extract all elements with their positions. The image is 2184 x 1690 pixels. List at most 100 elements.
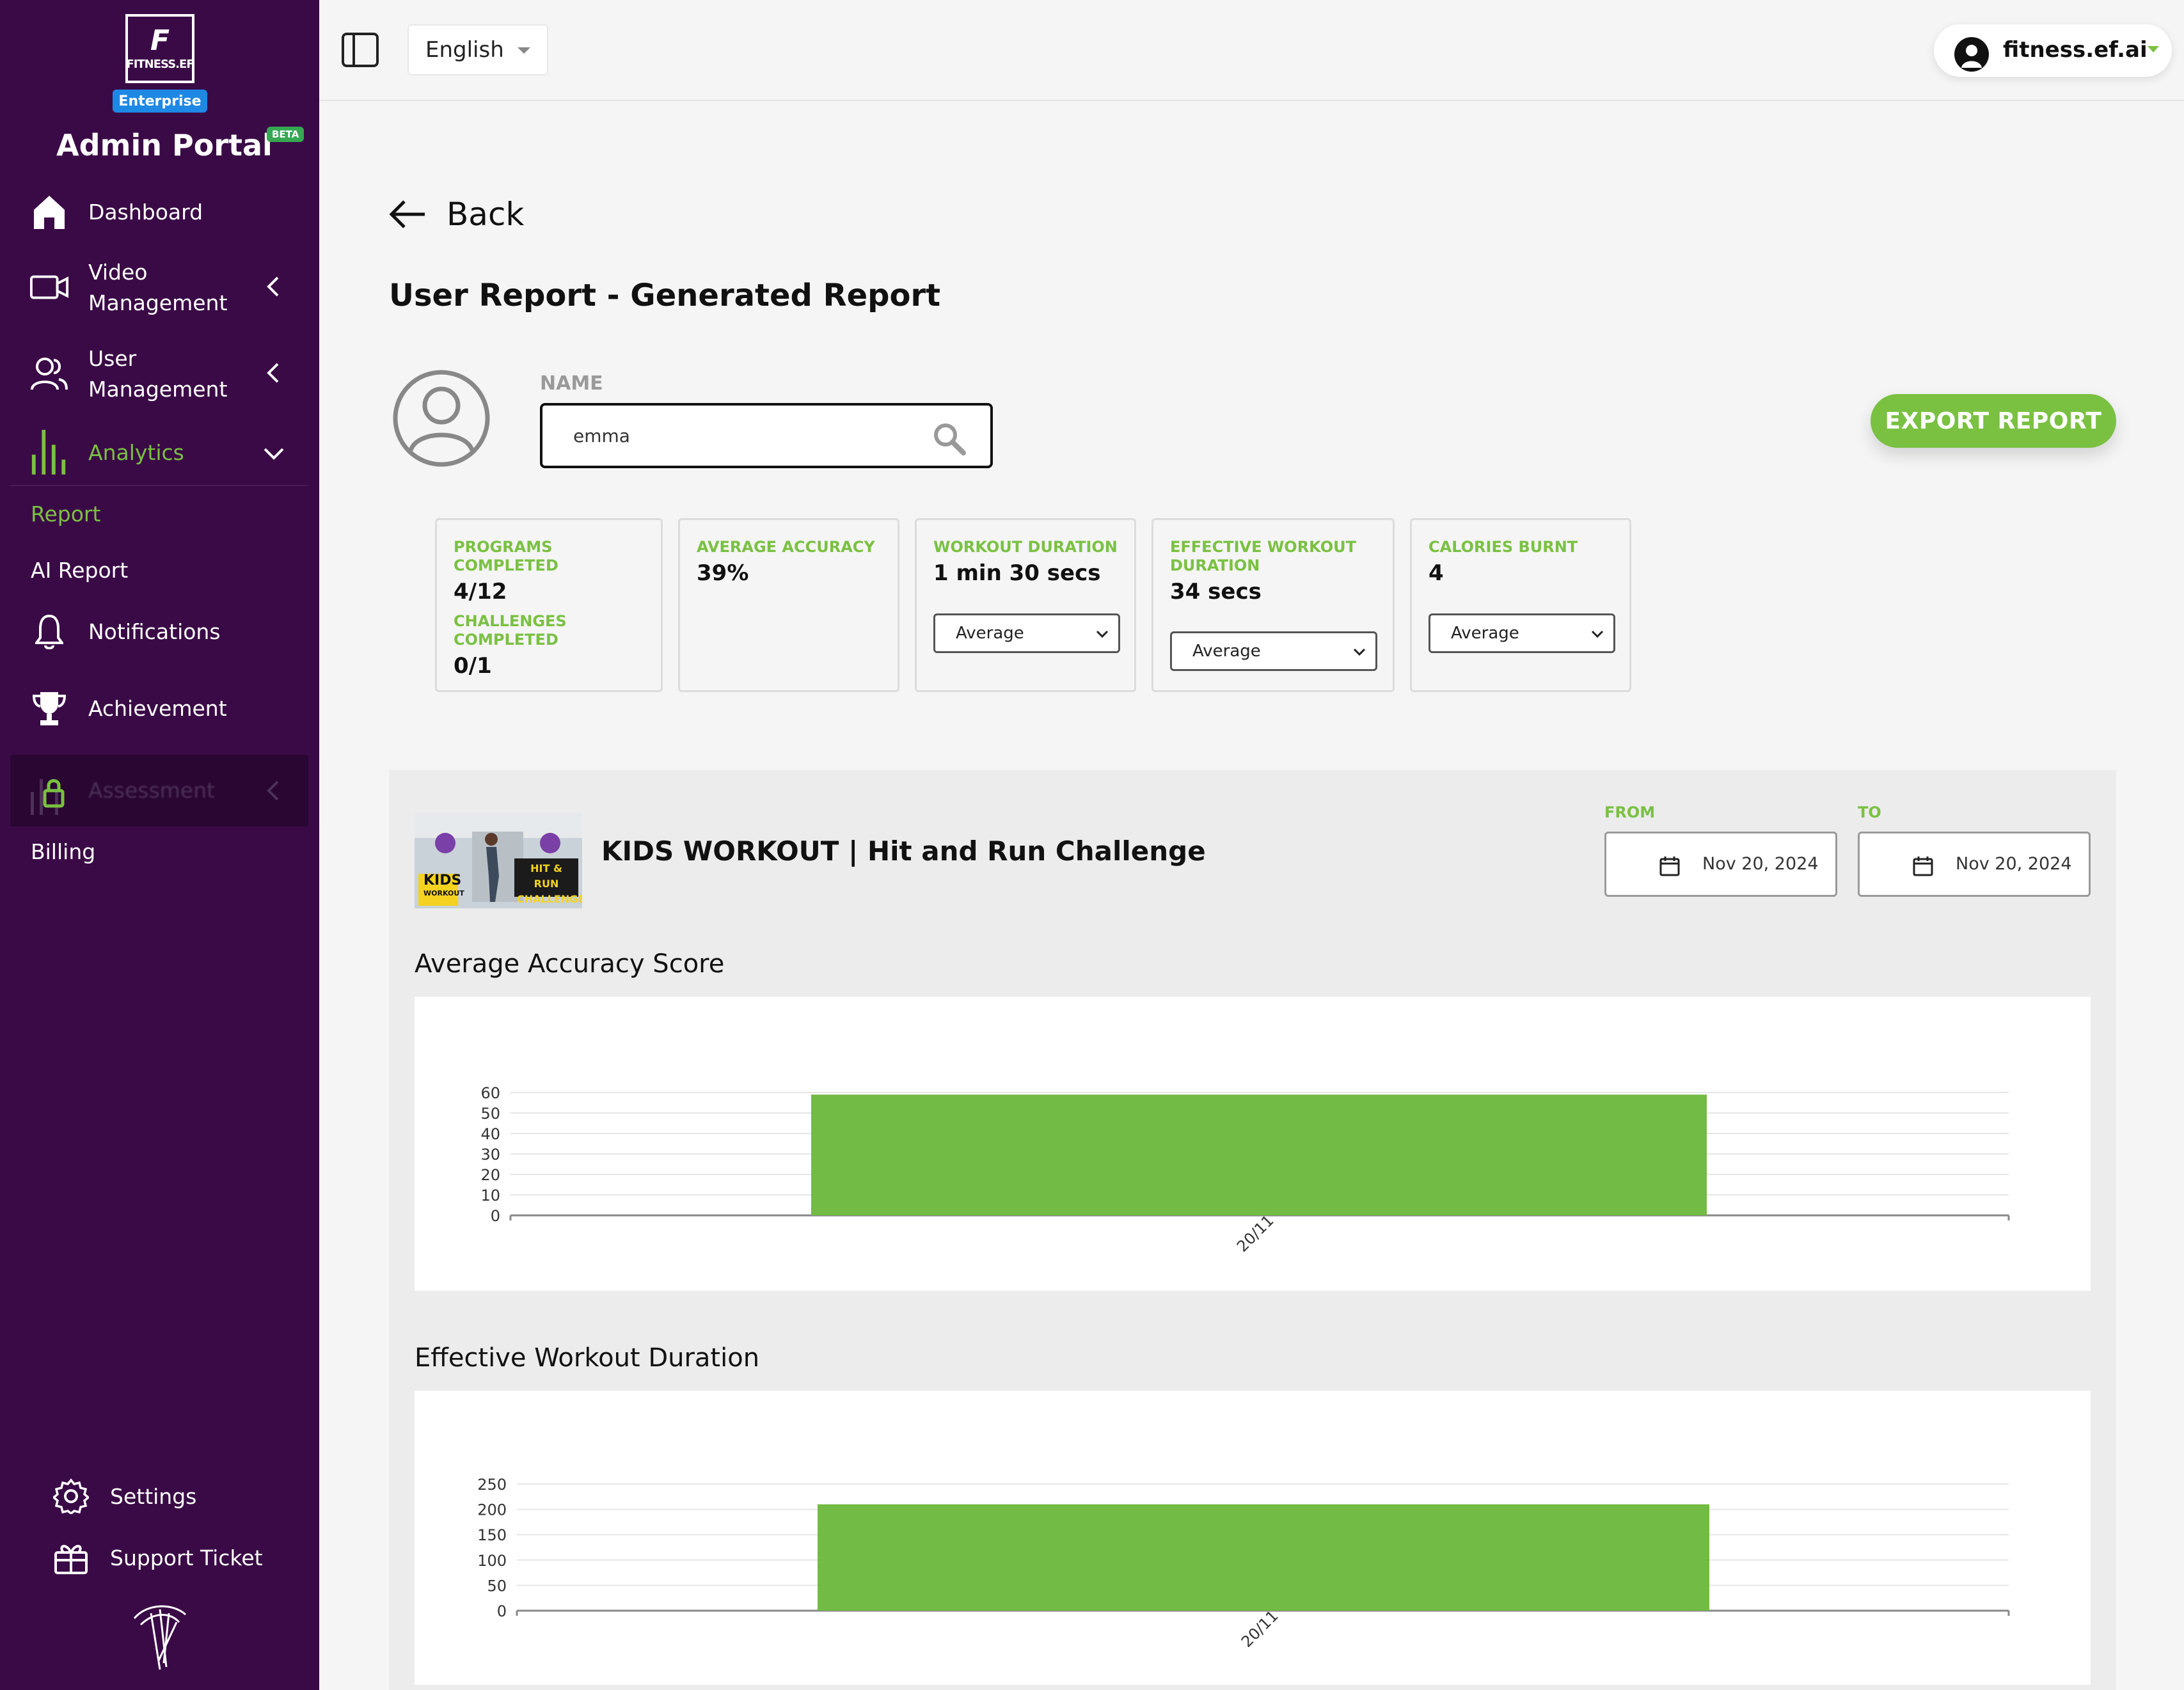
- accuracy-value: 39%: [697, 560, 749, 586]
- sidebar-item-achievement[interactable]: Achievement: [10, 688, 308, 729]
- sidebar-subitem-ai-report[interactable]: AI Report: [31, 558, 128, 583]
- arrow-left-icon: [389, 200, 425, 228]
- account-name: fitness.ef.ai: [2003, 37, 2148, 63]
- sidebar: F FITNESS.EF Enterprise Admin Portal BET…: [0, 0, 319, 1690]
- stat-card-programs: PROGRAMS COMPLETED 4/12 CHALLENGES COMPL…: [435, 518, 663, 692]
- sidebar-item-analytics[interactable]: Analytics: [10, 422, 308, 486]
- accuracy-chart-title: Average Accuracy Score: [415, 949, 725, 979]
- calendar-icon: [1913, 857, 1933, 876]
- programs-value: 4/12: [454, 579, 507, 604]
- y-tick-label: 0: [491, 1207, 500, 1225]
- lock-icon: [31, 779, 65, 815]
- sidebar-item-settings[interactable]: Settings: [10, 1476, 308, 1517]
- select-value: Average: [1451, 624, 1519, 643]
- report-panel: KIDS WORKOUT HIT & RUN CHALLENGE KIDS WO…: [389, 770, 2116, 1690]
- account-menu[interactable]: fitness.ef.ai: [1934, 24, 2172, 77]
- account-avatar-icon: [1954, 37, 1989, 72]
- calories-aggregate-select[interactable]: Average: [1428, 613, 1615, 653]
- home-icon: [29, 192, 69, 232]
- chevron-down-icon: [1591, 630, 1604, 638]
- x-tick-label: 20/11: [1233, 1212, 1278, 1256]
- workout-title: KIDS WORKOUT | Hit and Run Challenge: [601, 835, 1206, 867]
- sidebar-item-notifications[interactable]: Notifications: [10, 612, 308, 652]
- to-date-value: Nov 20, 2024: [1956, 854, 2072, 874]
- sidebar-item-label: Assessment: [88, 778, 215, 803]
- effective-aggregate-select[interactable]: Average: [1170, 631, 1377, 671]
- name-search-input[interactable]: [540, 403, 993, 468]
- export-report-button[interactable]: EXPORT REPORT: [1871, 394, 2116, 448]
- to-date-picker[interactable]: Nov 20, 2024: [1858, 832, 2091, 897]
- sidebar-item-label: User Management: [88, 346, 228, 402]
- gear-icon: [51, 1476, 91, 1516]
- duration-chart-svg: 0 50 100 150 200 250 20/11: [477, 1476, 2010, 1651]
- brand-logo: F FITNESS.EF: [125, 14, 194, 83]
- top-bar: English fitness.ef.ai: [319, 0, 2184, 101]
- sidebar-item-label: Settings: [110, 1484, 197, 1509]
- stat-card-effective-duration: EFFECTIVE WORKOUT DURATION 34 secs Avera…: [1151, 518, 1395, 692]
- programs-label: PROGRAMS COMPLETED: [454, 538, 558, 574]
- challenges-label: CHALLENGES COMPLETED: [454, 612, 567, 649]
- sidebar-toggle-icon[interactable]: [341, 32, 379, 68]
- language-select[interactable]: English: [408, 24, 548, 75]
- back-button[interactable]: Back: [388, 196, 524, 233]
- sidebar-item-video-management[interactable]: Video Management: [10, 256, 308, 320]
- from-label: FROM: [1604, 803, 1656, 821]
- select-value: Average: [956, 624, 1024, 643]
- y-tick-label: 10: [480, 1187, 500, 1204]
- chevron-down-icon: [1353, 648, 1366, 656]
- sidebar-item-support-ticket[interactable]: Support Ticket: [10, 1538, 308, 1579]
- bell-icon: [29, 612, 69, 651]
- bar: [811, 1094, 1707, 1215]
- users-icon: [29, 354, 69, 393]
- chevron-down-icon: [264, 448, 284, 460]
- duration-chart-title: Effective Workout Duration: [415, 1343, 760, 1373]
- sidebar-item-label: Analytics: [88, 440, 184, 465]
- language-value: English: [425, 37, 504, 63]
- trophy-icon: [29, 688, 69, 728]
- sidebar-item-label: Dashboard: [88, 200, 203, 225]
- from-date-value: Nov 20, 2024: [1702, 854, 1819, 874]
- y-tick-label: 20: [480, 1166, 500, 1184]
- sidebar-item-assessment[interactable]: Assessment: [10, 755, 308, 826]
- chevron-left-icon: [267, 276, 279, 297]
- logo-letter: F: [150, 24, 170, 57]
- duration-value: 1 min 30 secs: [933, 560, 1101, 586]
- calendar-icon: [1659, 857, 1680, 876]
- y-tick-label: 50: [487, 1577, 507, 1595]
- stat-card-workout-duration: WORKOUT DURATION 1 min 30 secs Average: [915, 518, 1136, 692]
- duration-label: WORKOUT DURATION: [933, 538, 1118, 556]
- sidebar-item-user-management[interactable]: User Management: [10, 342, 308, 406]
- beta-badge: BETA: [267, 127, 305, 142]
- accuracy-chart: 0 10 20 30 40 50 60 20/11: [415, 997, 2091, 1291]
- accuracy-chart-svg: 0 10 20 30 40 50 60 20/11: [480, 1084, 2010, 1256]
- sidebar-item-label: Achievement: [88, 696, 227, 721]
- calories-value: 4: [1428, 560, 1444, 586]
- y-tick-label: 60: [480, 1084, 500, 1102]
- sidebar-subitem-report[interactable]: Report: [31, 501, 100, 526]
- workout-thumbnail[interactable]: KIDS WORKOUT HIT & RUN CHALLENGE: [415, 812, 582, 908]
- chevron-left-icon: [267, 363, 279, 383]
- bar-chart-icon: [29, 430, 69, 475]
- name-label: NAME: [540, 372, 603, 395]
- y-tick-label: 0: [497, 1602, 507, 1620]
- sidebar-item-billing[interactable]: Billing: [31, 839, 95, 864]
- sidebar-item-dashboard[interactable]: Dashboard: [10, 192, 308, 233]
- thumb-challenge-text: HIT & RUN CHALLENGE: [517, 862, 582, 905]
- effective-value: 34 secs: [1170, 579, 1262, 604]
- chevron-down-icon: [1096, 630, 1109, 638]
- y-tick-label: 200: [477, 1501, 507, 1519]
- duration-chart: 0 50 100 150 200 250 20/11: [415, 1391, 2091, 1685]
- search-icon[interactable]: [931, 421, 967, 457]
- y-tick-label: 40: [480, 1125, 500, 1143]
- duration-aggregate-select[interactable]: Average: [933, 613, 1120, 653]
- from-date-picker[interactable]: Nov 20, 2024: [1604, 832, 1837, 897]
- y-tick-label: 100: [477, 1552, 507, 1570]
- enterprise-badge: Enterprise: [113, 90, 207, 113]
- stat-card-accuracy: AVERAGE ACCURACY 39%: [678, 518, 899, 692]
- accuracy-label: AVERAGE ACCURACY: [697, 538, 875, 556]
- stat-card-calories: CALORIES BURNT 4 Average: [1410, 518, 1631, 692]
- thumb-kids-sub: WORKOUT: [423, 889, 464, 897]
- portal-title: Admin Portal: [56, 128, 273, 162]
- y-tick-label: 250: [477, 1476, 507, 1494]
- brand-mark-icon: [133, 1605, 187, 1670]
